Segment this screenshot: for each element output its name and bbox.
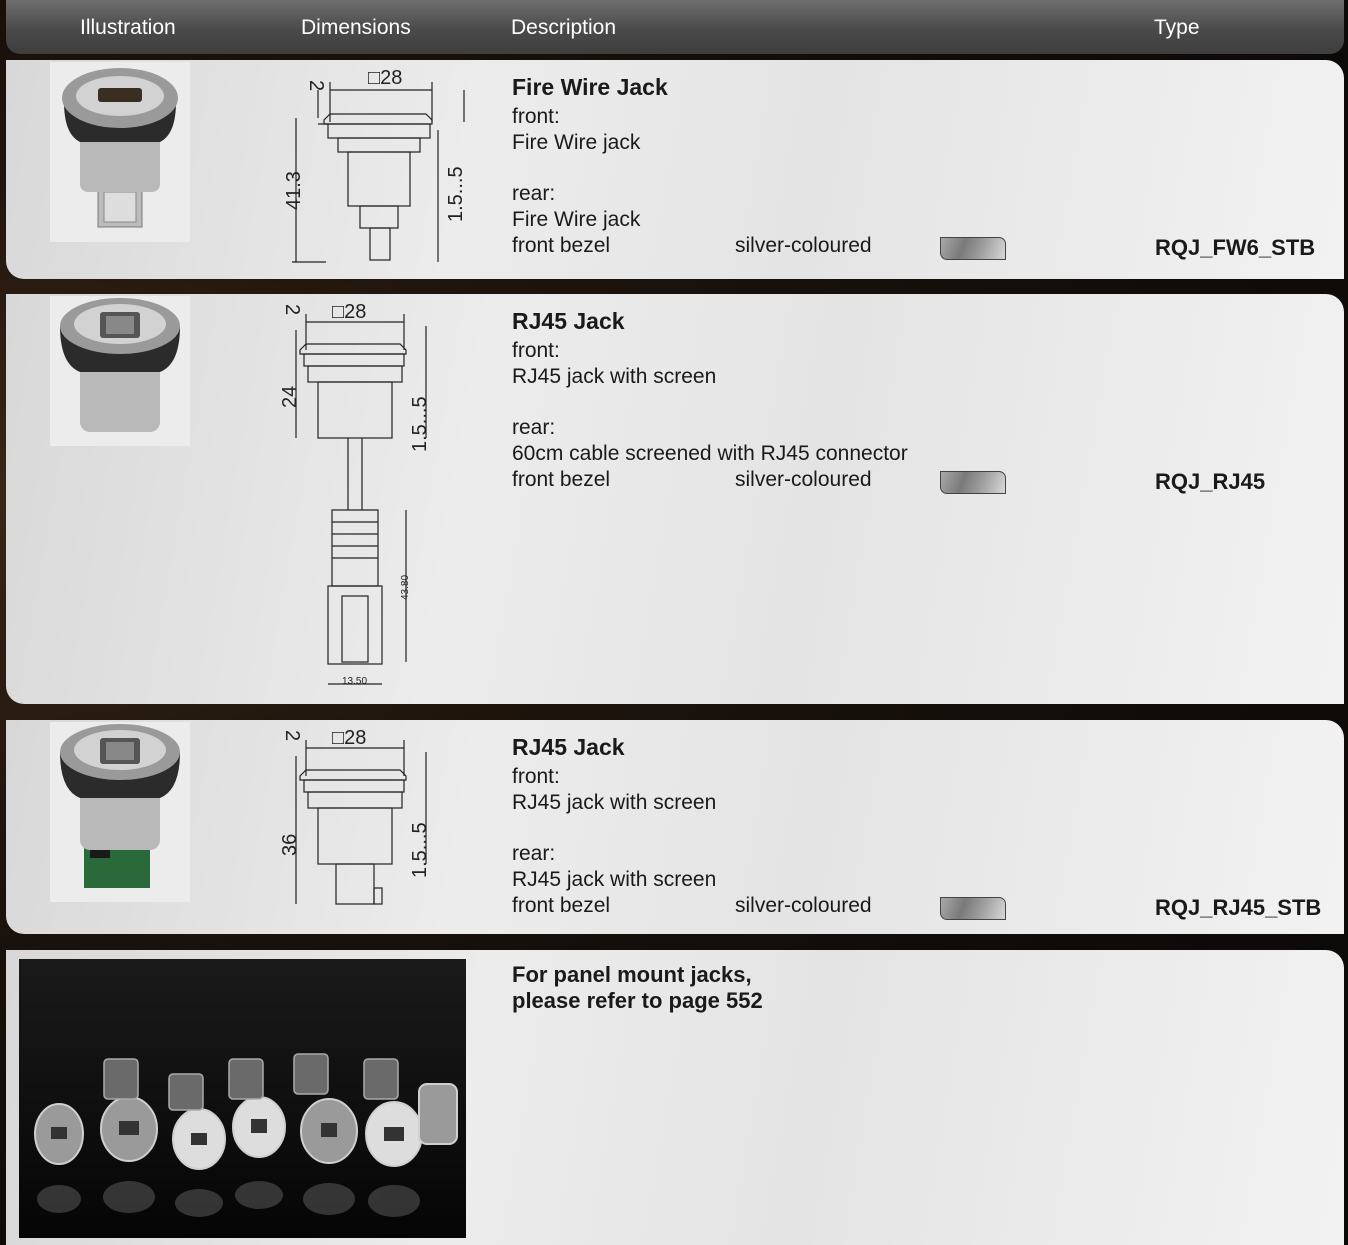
rj45-height-dim: 24 [279,386,301,408]
rear-label: rear: [512,416,556,439]
rj45-stb-dimension-drawing: □28 2 36 1.5...5 [279,727,431,905]
front-label: front: [512,105,560,128]
silver-swatch [940,897,1006,920]
product-description: front: RJ45 jack with screen rear: RJ45 … [512,764,716,892]
rj45-stb-jack-photo [50,722,190,902]
product-row-firewire: □28 2 41.3 1.5...5 Fire Wire Jack front:… [6,60,1344,279]
rj45-stb-height-dim: 36 [279,834,301,856]
rj45-top-dim: 2 [281,304,303,315]
firewire-dimension-drawing: □28 2 41.3 1.5...5 [283,67,466,263]
rj45-stb-top-dim: 2 [281,730,303,741]
firewire-jack-photo [50,62,190,242]
front-label: front: [512,339,560,362]
rear-label: rear: [512,842,556,865]
header-illustration: Illustration [80,16,176,39]
product-title: Fire Wire Jack [512,74,668,100]
product-title: RJ45 Jack [512,734,625,760]
bezel-row: front bezel silver-coloured [512,894,1032,922]
product-type-code: RQJ_FW6_STB [1155,235,1316,260]
rj45-plug-width-dim: 13.50 [342,676,367,687]
bezel-label: front bezel [512,894,611,917]
rear-label: rear: [512,182,556,205]
rj45-cable-dimension-drawing: □28 2 24 1.5...5 43.80 13.50 [279,301,431,687]
front-label: front: [512,765,560,788]
rj45-plug-length-dim: 43.80 [400,575,411,600]
product-type-code: RQJ_RJ45 [1155,469,1266,494]
rj45-square-dim: □28 [332,301,366,323]
bezel-label: front bezel [512,234,611,257]
panel-mount-note: For panel mount jacks, please refer to p… [512,962,763,1014]
note-line-1: For panel mount jacks, [512,962,752,987]
bezel-color: silver-coloured [735,234,872,257]
header-dimensions: Dimensions [301,16,411,39]
front-value: RJ45 jack with screen [512,364,717,388]
rj45-jack-photo [50,296,190,446]
firewire-range-dim: 1.5...5 [445,166,466,222]
firewire-height-dim: 41.3 [283,171,305,210]
firewire-top-dim: 2 [305,80,327,91]
panel-mount-note-row: For panel mount jacks, please refer to p… [6,950,1344,1245]
table-header: Illustration Dimensions Description Type [6,0,1344,54]
product-row-rj45-cable: □28 2 24 1.5...5 43.80 13.50 RJ45 Jack f… [6,294,1344,704]
rj45-range-dim: 1.5...5 [409,396,431,452]
product-row-rj45-stb: □28 2 36 1.5...5 RJ45 Jack front: RJ45 j… [6,720,1344,934]
firewire-square-dim: □28 [368,67,402,89]
bezel-color: silver-coloured [735,468,872,491]
header-description: Description [511,16,617,39]
bezel-label: front bezel [512,468,611,491]
front-value: RJ45 jack with screen [512,790,717,814]
rj45-stb-range-dim: 1.5...5 [409,822,431,878]
rj45-stb-square-dim: □28 [332,727,366,749]
jack-collection-photo [19,959,466,1238]
silver-swatch [940,471,1006,494]
bezel-color: silver-coloured [735,894,872,917]
rear-value: Fire Wire jack [512,207,641,231]
rear-value: 60cm cable screened with RJ45 connector [512,441,908,465]
product-description: front: RJ45 jack with screen rear: 60cm … [512,338,908,466]
product-title: RJ45 Jack [512,308,625,334]
rear-value: RJ45 jack with screen [512,867,717,891]
header-type: Type [1154,16,1200,39]
silver-swatch [940,237,1006,260]
product-description: front: Fire Wire jack rear: Fire Wire ja… [512,104,640,232]
front-value: Fire Wire jack [512,130,641,154]
bezel-row: front bezel silver-coloured [512,468,1032,496]
product-type-code: RQJ_RJ45_STB [1155,895,1322,920]
bezel-row: front bezel silver-coloured [512,234,1032,262]
note-line-2: please refer to page 552 [512,988,763,1013]
